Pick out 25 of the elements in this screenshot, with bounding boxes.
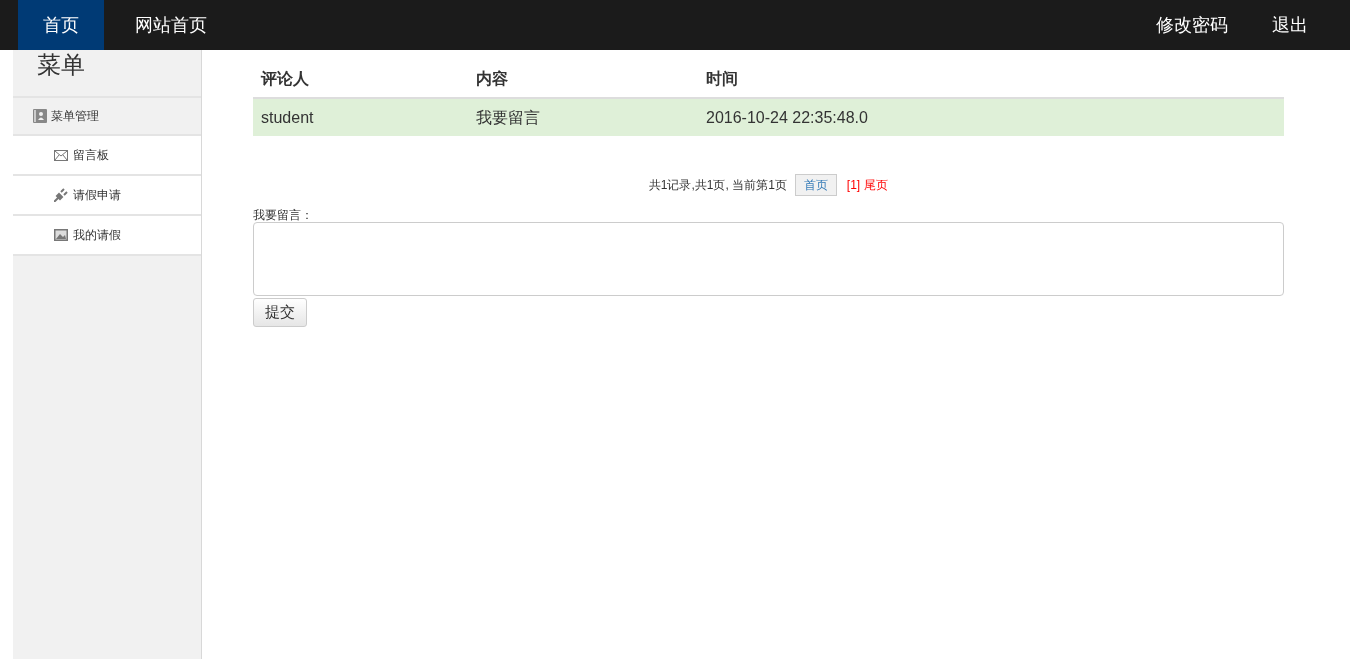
column-header: 评论人 <box>253 60 468 98</box>
envelope-icon <box>54 149 68 161</box>
sidebar-item[interactable]: 请假申请 <box>13 176 201 216</box>
plug-icon <box>54 188 68 202</box>
sidebar-item[interactable]: 我的请假 <box>13 216 201 256</box>
nav-link[interactable]: 修改密码 <box>1134 0 1250 50</box>
nav-link[interactable]: 首页 <box>18 0 104 50</box>
last-page-link[interactable]: 尾页 <box>864 176 889 194</box>
table-cell: 2016-10-24 22:35:48.0 <box>698 98 1284 136</box>
sidebar-item[interactable]: 留言板 <box>13 136 201 176</box>
table-cell: 我要留言 <box>468 98 698 136</box>
message-input[interactable] <box>253 222 1284 296</box>
message-label: 我要留言： <box>253 208 314 222</box>
current-page: [1] <box>846 177 861 194</box>
nav-link[interactable]: 网站首页 <box>104 0 238 50</box>
contact-card-icon <box>33 109 47 123</box>
sidebar-title: 菜单 <box>36 50 86 80</box>
table-cell: student <box>253 98 468 136</box>
submit-button[interactable]: 提交 <box>253 298 307 327</box>
column-header: 内容 <box>468 60 698 98</box>
column-header: 时间 <box>698 60 1284 98</box>
first-page-button[interactable]: 首页 <box>794 174 837 196</box>
pagination-summary: 共1记录,共1页, 当前第1页 <box>648 177 787 194</box>
nav-link[interactable]: 退出 <box>1250 0 1330 50</box>
picture-icon <box>54 229 68 241</box>
